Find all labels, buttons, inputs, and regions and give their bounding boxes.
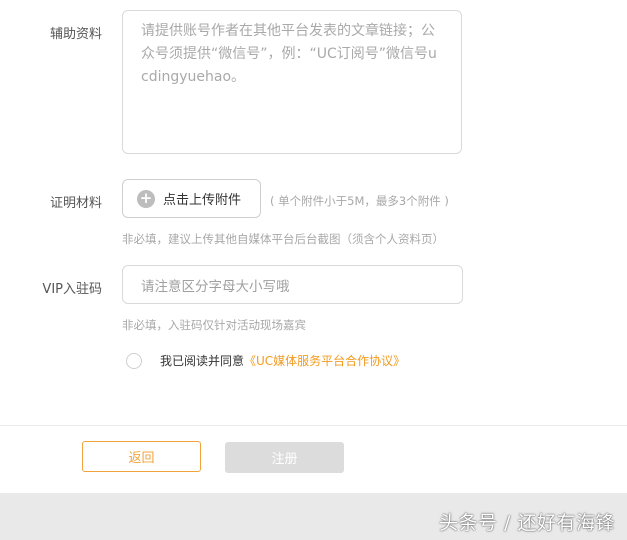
plus-circle-icon: +: [137, 189, 155, 208]
vip-code-input[interactable]: 请注意区分字母大小写哦: [122, 265, 463, 304]
aux-textarea[interactable]: 请提供账号作者在其他平台发表的文章链接；公众号须提供“微信号”，例：“UC订阅号…: [122, 10, 462, 154]
agree-radio[interactable]: [126, 353, 142, 369]
vip-hint: 非必填，入驻码仅针对活动现场嘉宾: [122, 318, 306, 332]
upload-button-label: 点击上传附件: [163, 193, 242, 208]
upload-hint: ( 单个附件小于5M，最多3个附件 ): [270, 194, 449, 208]
aux-label: 辅助资料: [49, 27, 102, 42]
proof-hint: 非必填，建议上传其他自媒体平台后台截图（须含个人资料页）: [122, 232, 444, 246]
watermark-text: 头条号 / 还好有海锋: [439, 512, 615, 534]
upload-attachment-button[interactable]: + 点击上传附件: [122, 179, 261, 218]
footer-divider: [0, 425, 627, 426]
agree-text: 我已阅读并同意《UC媒体服务平台合作协议》: [160, 352, 405, 369]
agreement-link[interactable]: 《UC媒体服务平台合作协议》: [244, 354, 405, 368]
back-button[interactable]: 返回: [82, 441, 201, 472]
register-button[interactable]: 注册: [225, 442, 344, 473]
vip-label: VIP入驻码: [42, 282, 102, 297]
proof-label: 证明材料: [49, 196, 102, 211]
agree-prefix: 我已阅读并同意: [160, 354, 245, 368]
